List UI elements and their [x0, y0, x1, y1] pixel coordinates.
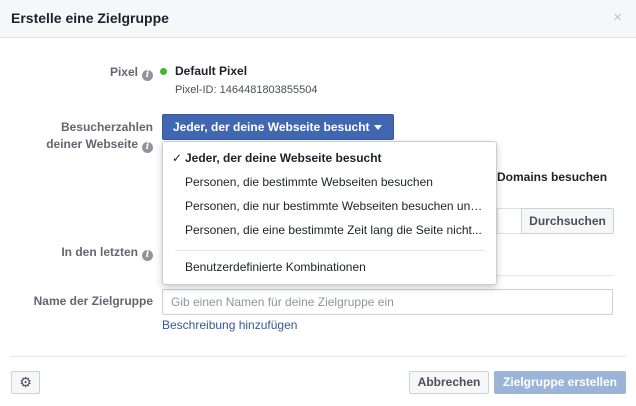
- add-description-link[interactable]: Beschreibung hinzufügen: [162, 318, 297, 332]
- audience-name-input[interactable]: [162, 289, 613, 315]
- pixel-id: Pixel-ID: 1464481803855504: [175, 84, 318, 96]
- menu-item-label: Benutzerdefinierte Kombinationen: [185, 260, 366, 274]
- visitors-label-line2: deiner Webseite: [46, 137, 138, 151]
- last-days-label: In den letzten: [61, 245, 138, 259]
- menu-item-label: Personen, die nur bestimmte Webseiten be…: [185, 199, 487, 213]
- info-icon[interactable]: i: [142, 142, 153, 153]
- visitor-type-dropdown[interactable]: Jeder, der deine Webseite besucht: [162, 114, 394, 140]
- domains-text: Domains besuchen: [497, 170, 608, 184]
- browse-button[interactable]: Durchsuchen: [521, 208, 614, 234]
- menu-item-label: Personen, die bestimmte Webseiten besuch…: [185, 175, 433, 189]
- visitors-label-row2: deiner Webseite i: [20, 135, 153, 153]
- gear-icon: ⚙: [19, 374, 32, 390]
- visitor-type-menu: ✓ Jeder, der deine Webseite besucht Perso…: [162, 141, 497, 285]
- dialog-title: Erstelle eine Zielgruppe: [11, 10, 169, 26]
- pixel-label: Pixel: [109, 65, 138, 79]
- menu-item-not-visited[interactable]: Personen, die eine bestimmte Zeit lang d…: [163, 219, 496, 241]
- footer-divider: [10, 356, 626, 357]
- close-icon[interactable]: ×: [613, 10, 622, 26]
- dialog-header: Erstelle eine Zielgruppe ×: [0, 0, 636, 38]
- pixel-label-row: Pixel i: [60, 63, 153, 81]
- info-icon[interactable]: i: [142, 250, 153, 261]
- check-icon: ✓: [172, 151, 183, 165]
- pixel-name: Default Pixel: [175, 64, 248, 78]
- menu-item-custom-combinations[interactable]: Benutzerdefinierte Kombinationen: [163, 256, 496, 278]
- info-icon[interactable]: i: [142, 70, 153, 81]
- menu-item-label: Jeder, der deine Webseite besucht: [185, 151, 382, 165]
- cancel-button[interactable]: Abbrechen: [409, 371, 489, 394]
- menu-item-label: Personen, die eine bestimmte Zeit lang d…: [185, 223, 482, 237]
- settings-button[interactable]: ⚙: [11, 371, 40, 394]
- menu-item-only-specific-pages[interactable]: Personen, die nur bestimmte Webseiten be…: [163, 195, 496, 217]
- pixel-status-dot: [160, 68, 167, 75]
- visitor-type-selected: Jeder, der deine Webseite besucht: [173, 120, 370, 134]
- create-audience-button[interactable]: Zielgruppe erstellen: [494, 371, 626, 394]
- menu-item-everyone[interactable]: ✓ Jeder, der deine Webseite besucht: [163, 147, 496, 169]
- menu-item-specific-pages[interactable]: Personen, die bestimmte Webseiten besuch…: [163, 171, 496, 193]
- visitors-label-line1: Besucherzahlen: [60, 120, 153, 134]
- create-audience-dialog: Erstelle eine Zielgruppe × Pixel i Defaul…: [0, 0, 636, 406]
- menu-separator: [175, 250, 485, 251]
- caret-down-icon: [373, 125, 382, 130]
- audience-name-label: Name der Zielgruppe: [33, 294, 153, 308]
- last-days-label-row: In den letzten i: [20, 243, 153, 261]
- url-input[interactable]: [497, 208, 522, 234]
